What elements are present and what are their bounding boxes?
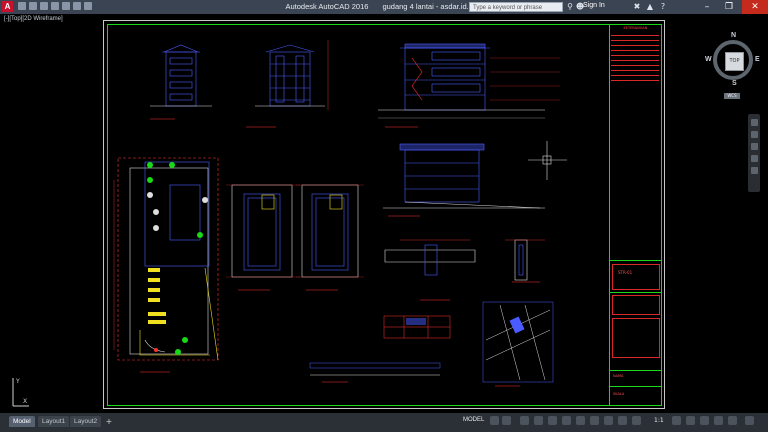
isodraft-icon[interactable] (548, 416, 557, 425)
customization-icon[interactable] (745, 416, 754, 425)
title-block-row (611, 47, 659, 51)
foundation-plan-2 (296, 184, 364, 291)
navigation-bar[interactable] (748, 114, 760, 192)
legend-table (383, 315, 451, 339)
add-layout-button[interactable]: + (104, 416, 114, 427)
snap-icon[interactable] (502, 416, 511, 425)
title-block-row (611, 67, 659, 71)
title-block-row (611, 42, 659, 46)
elevation-front (150, 44, 212, 120)
title-block-row (611, 52, 659, 56)
wcs-menu[interactable]: WCS (724, 93, 740, 99)
crosshair-cursor (528, 141, 567, 180)
title-block-row (611, 37, 659, 41)
pan-icon[interactable] (750, 131, 758, 138)
viewcube-top-face[interactable]: TOP (725, 52, 744, 71)
showmotion-icon[interactable] (750, 167, 758, 174)
section-details (384, 239, 545, 301)
title-block-divider (610, 260, 661, 261)
title-block-row (611, 77, 659, 81)
elevation-long (378, 43, 560, 128)
steering-wheel-icon[interactable] (750, 119, 758, 126)
clean-screen-icon[interactable] (728, 416, 737, 425)
orbit-icon[interactable] (750, 155, 758, 162)
title-block-scale-label: SKALA (613, 392, 625, 396)
foundation-plan-1 (226, 184, 300, 291)
title-block-name-label: NAMA (613, 374, 624, 378)
long-section (309, 362, 441, 383)
workspace-icon[interactable] (686, 416, 695, 425)
title-block-row (611, 72, 659, 76)
model-space-toggle[interactable]: MODEL (463, 417, 484, 423)
isolate-objects-icon[interactable] (700, 416, 709, 425)
scale-list-box (612, 295, 660, 315)
polar-icon[interactable] (534, 416, 543, 425)
location-map (482, 301, 554, 387)
title-block-row (611, 57, 659, 61)
compass-north[interactable]: N (731, 32, 736, 39)
svg-text:X: X (23, 398, 27, 405)
title-block-divider (610, 386, 661, 387)
status-bar: Model Layout1 Layout2 + (0, 413, 768, 432)
tab-layout1[interactable]: Layout1 (38, 416, 70, 427)
transparency-icon[interactable] (604, 416, 613, 425)
annotation-scale[interactable]: 1:1 (654, 417, 664, 424)
site-plan (113, 157, 219, 373)
hardware-acceleration-icon[interactable] (714, 416, 723, 425)
otrack-icon[interactable] (576, 416, 585, 425)
viewcube[interactable]: TOP N S E W (705, 32, 763, 90)
ortho-icon[interactable] (520, 416, 529, 425)
selection-cycling-icon[interactable] (618, 416, 627, 425)
compass-south[interactable]: S (732, 80, 737, 87)
title-block-row (611, 32, 659, 36)
drawing-title-box (612, 264, 660, 290)
elevation-side (246, 40, 329, 128)
drawing-list-box (612, 318, 660, 358)
compass-west[interactable]: W (705, 56, 712, 63)
drawing-code: STR-01 (618, 270, 633, 275)
grid-icon[interactable] (490, 416, 499, 425)
title-block-divider (610, 370, 661, 371)
elevation-back (383, 143, 545, 217)
annotation-icon[interactable] (632, 416, 641, 425)
lineweight-icon[interactable] (590, 416, 599, 425)
compass-east[interactable]: E (755, 56, 760, 63)
osnap-icon[interactable] (562, 416, 571, 425)
tab-model[interactable]: Model (9, 416, 35, 427)
title-block-row (611, 62, 659, 66)
title-block-header: KETERANGAN (623, 26, 648, 30)
tab-layout2[interactable]: Layout2 (70, 416, 102, 427)
zoom-icon[interactable] (750, 143, 758, 150)
title-block-divider (610, 292, 661, 293)
svg-text:Y: Y (15, 378, 20, 385)
gear-icon[interactable] (672, 416, 681, 425)
ucs-icon: Y X (12, 378, 29, 407)
